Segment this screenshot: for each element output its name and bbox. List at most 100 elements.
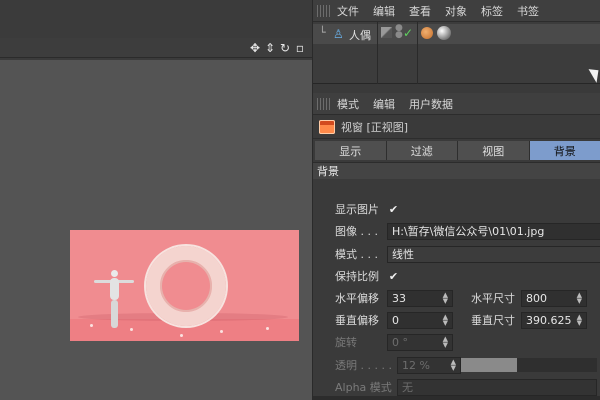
alpha-mode-dropdown[interactable]: 无 <box>397 378 597 396</box>
figure-object-icon: ♙ <box>333 27 344 41</box>
menu-user-data[interactable]: 用户数据 <box>409 96 453 112</box>
object-list: └ ♙ 人偶 ● ● ✓ <box>313 22 600 84</box>
maximize-icon[interactable]: ▫ <box>294 41 306 55</box>
image-label: 图像 . . . <box>335 225 378 238</box>
viewport-panel: ✥ ⇕ ↻ ▫ <box>0 0 312 400</box>
attribute-title: 视窗 [正视图] <box>341 120 409 134</box>
transparency-slider-track[interactable] <box>517 358 597 372</box>
mode-value: 线性 <box>392 248 414 261</box>
v-offset-row: 垂直偏移 0 ▲ ▼ <box>335 311 453 329</box>
v-offset-label: 垂直偏移 <box>335 314 379 327</box>
transparency-row: 透明 . . . . . 12 % ▲ ▼ <box>335 356 597 374</box>
attribute-tabs: 显示 过滤 视图 背景 <box>315 141 600 160</box>
attribute-title-bar: 视窗 [正视图] <box>313 115 600 139</box>
menu-edit[interactable]: 编辑 <box>373 96 395 112</box>
transparency-label: 透明 . . . . . <box>335 359 392 372</box>
object-row[interactable]: └ ♙ 人偶 ● ● ✓ <box>313 22 600 84</box>
transparency-slider-fill[interactable] <box>461 358 517 372</box>
spinner-icon[interactable]: ▲ ▼ <box>577 291 582 304</box>
column-divider <box>377 22 378 84</box>
mode-label: 模式 . . . <box>335 248 378 261</box>
donut-object <box>146 246 226 326</box>
v-size-value: 390.625 <box>526 313 572 327</box>
pan-icon[interactable]: ⇕ <box>264 41 276 55</box>
menu-tags[interactable]: 标签 <box>481 3 503 19</box>
h-size-label: 水平尺寸 <box>471 292 515 305</box>
rotate-icon[interactable]: ↻ <box>279 41 291 55</box>
tab-view[interactable]: 视图 <box>458 141 530 160</box>
rotation-label: 旋转 <box>335 336 357 349</box>
mannequin-legs <box>111 300 118 328</box>
tab-background[interactable]: 背景 <box>529 141 600 160</box>
menu-mode[interactable]: 模式 <box>337 96 359 112</box>
spinner-icon[interactable]: ▲ ▼ <box>443 335 448 348</box>
attribute-manager: 模式 编辑 用户数据 视窗 [正视图] 显示 过滤 视图 背景 背景 显示图片 … <box>313 90 600 400</box>
v-size-input[interactable]: 390.625 ▲ ▼ <box>521 311 587 329</box>
v-size-label: 垂直尺寸 <box>471 314 515 327</box>
alpha-mode-row: Alpha 模式 无 <box>335 378 597 396</box>
texture-tag-icon[interactable] <box>421 27 433 39</box>
tab-filter[interactable]: 过滤 <box>386 141 458 160</box>
keep-ratio-row: 保持比例 ✔ <box>335 267 400 285</box>
h-offset-row: 水平偏移 33 ▲ ▼ <box>335 289 453 307</box>
sprinkle <box>220 330 223 333</box>
panel-grip-icon[interactable] <box>317 4 331 17</box>
h-size-value: 800 <box>526 291 547 305</box>
background-image-render <box>70 230 299 341</box>
next-section-edge <box>313 396 600 400</box>
transparency-value: 12 % <box>402 358 430 372</box>
keep-ratio-label: 保持比例 <box>335 270 379 283</box>
layer-icon[interactable] <box>381 27 392 38</box>
menu-bookmarks[interactable]: 书签 <box>517 3 539 19</box>
tree-line-icon: └ <box>319 26 326 39</box>
v-offset-input[interactable]: 0 ▲ ▼ <box>387 311 453 329</box>
show-image-checkbox[interactable]: ✔ <box>387 203 400 216</box>
menu-object[interactable]: 对象 <box>445 3 467 19</box>
viewport-nav-icons: ✥ ⇕ ↻ ▫ <box>249 41 306 55</box>
spinner-icon[interactable]: ▲ ▼ <box>443 313 448 326</box>
sprinkle <box>180 334 183 337</box>
column-divider <box>417 22 418 84</box>
transparency-input[interactable]: 12 % ▲ ▼ <box>397 356 461 374</box>
material-tag-icon[interactable] <box>437 26 451 40</box>
h-size-input[interactable]: 800 ▲ ▼ <box>521 289 587 307</box>
v-offset-value: 0 <box>392 313 399 327</box>
attribute-manager-menubar: 模式 编辑 用户数据 <box>313 93 600 115</box>
rotation-value: 0 ° <box>392 335 408 349</box>
keep-ratio-checkbox[interactable]: ✔ <box>387 270 400 283</box>
move-icon[interactable]: ✥ <box>249 41 261 55</box>
viewport-settings-icon <box>319 119 335 134</box>
menu-edit[interactable]: 编辑 <box>373 3 395 19</box>
sprinkle <box>266 327 269 330</box>
mode-row: 模式 . . . 线性 <box>335 245 600 263</box>
visibility-dots-icon[interactable]: ● ● <box>395 24 403 40</box>
image-path-field[interactable]: H:\暂存\微信公众号\01\01.jpg <box>387 222 600 240</box>
rotation-input[interactable]: 0 ° ▲ ▼ <box>387 333 453 351</box>
spinner-icon[interactable]: ▲ ▼ <box>451 358 456 371</box>
panel-grip-icon[interactable] <box>317 97 331 110</box>
menu-file[interactable]: 文件 <box>337 3 359 19</box>
mannequin-figure <box>94 270 134 332</box>
show-image-row: 显示图片 ✔ <box>335 200 400 218</box>
tab-display[interactable]: 显示 <box>315 141 387 160</box>
viewport-canvas[interactable] <box>0 60 312 400</box>
mode-dropdown[interactable]: 线性 <box>387 245 600 263</box>
mannequin-head <box>111 270 118 277</box>
enabled-check-icon[interactable]: ✓ <box>403 26 413 40</box>
h-offset-value: 33 <box>392 291 406 305</box>
v-size-row: 垂直尺寸 390.625 ▲ ▼ <box>471 311 587 329</box>
alpha-mode-label: Alpha 模式 <box>335 381 392 394</box>
object-name[interactable]: 人偶 <box>349 27 371 43</box>
image-row: 图像 . . . H:\暂存\微信公众号\01\01.jpg <box>335 222 600 240</box>
mannequin-torso <box>110 278 119 300</box>
h-offset-label: 水平偏移 <box>335 292 379 305</box>
h-size-row: 水平尺寸 800 ▲ ▼ <box>471 289 587 307</box>
spinner-icon[interactable]: ▲ ▼ <box>443 291 448 304</box>
spinner-icon[interactable]: ▲ ▼ <box>577 313 582 326</box>
section-header: 背景 <box>313 162 600 179</box>
sprinkle <box>90 324 93 327</box>
h-offset-input[interactable]: 33 ▲ ▼ <box>387 289 453 307</box>
show-image-label: 显示图片 <box>335 203 379 216</box>
menu-view[interactable]: 查看 <box>409 3 431 19</box>
mouse-cursor-icon <box>588 65 600 83</box>
